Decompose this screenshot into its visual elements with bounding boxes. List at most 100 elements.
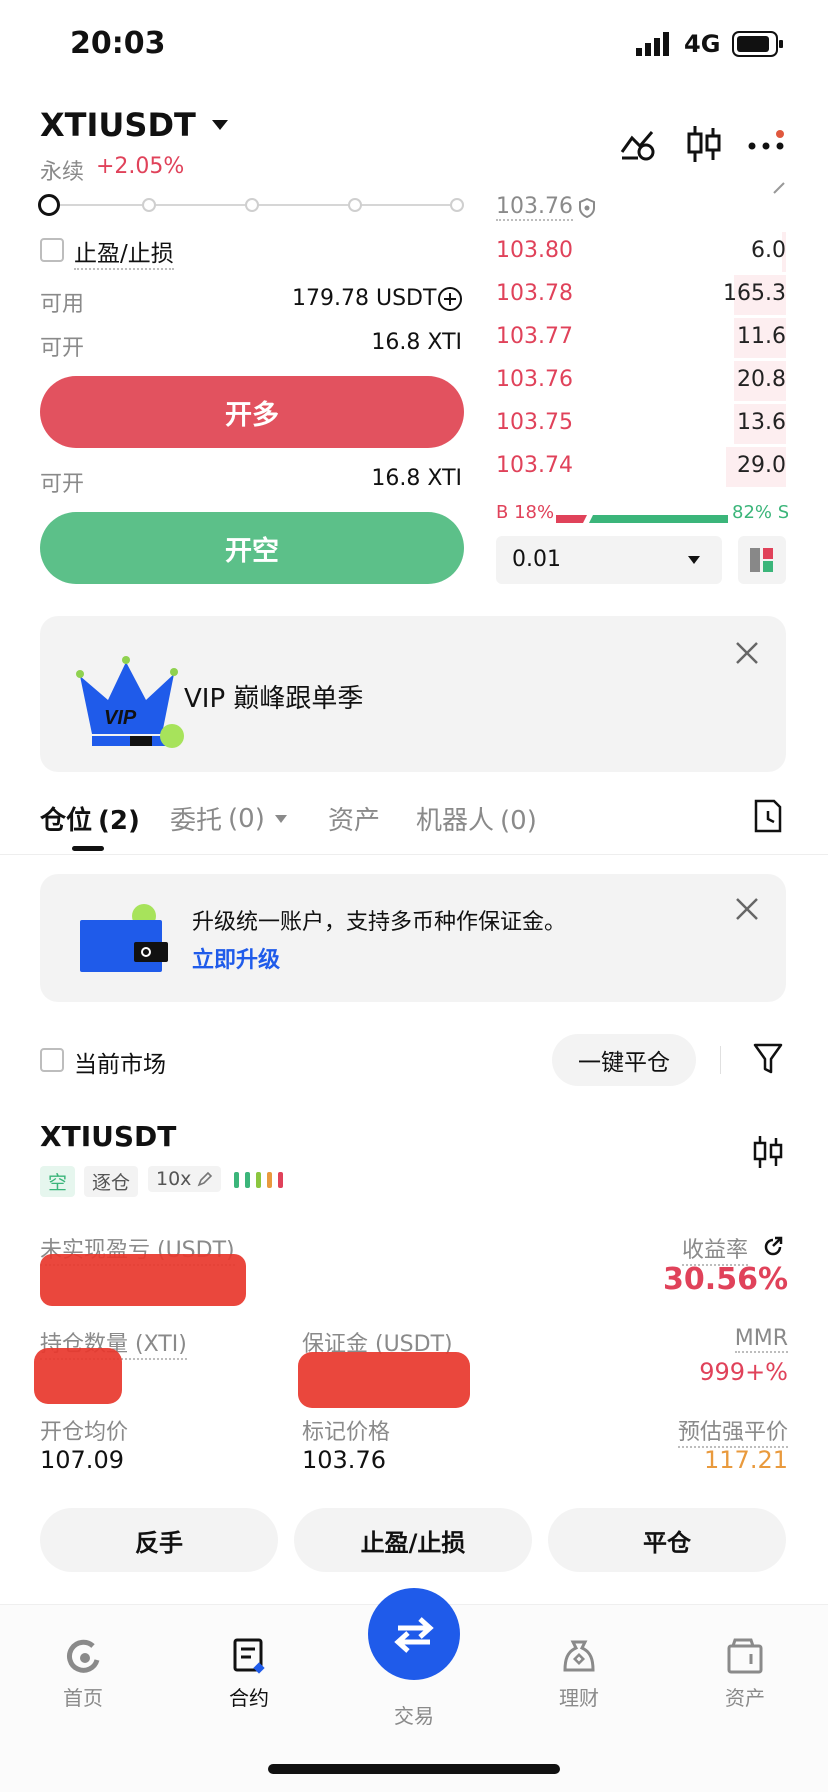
caret-down-icon — [211, 120, 228, 130]
filter-divider — [720, 1046, 721, 1074]
margin-mode-badge: 逐仓 — [84, 1166, 139, 1197]
promo-text: VIP 巅峰跟单季 — [184, 684, 364, 714]
layout-toggle-button[interactable] — [738, 536, 786, 584]
ask-price: 103.78 — [496, 281, 573, 306]
current-market-label[interactable]: 当前市场 — [74, 1045, 166, 1079]
expand-icon[interactable] — [772, 180, 786, 194]
ask-row[interactable]: 103.76 20.8 — [496, 361, 786, 401]
slider-mark[interactable] — [142, 198, 156, 212]
nav-label: 理财 — [559, 1686, 599, 1710]
earn-icon — [563, 1640, 595, 1672]
position-symbol[interactable]: XTIUSDT — [40, 1120, 176, 1153]
tab-indicator — [72, 846, 104, 851]
signal-icon — [636, 32, 676, 56]
redacted-margin — [298, 1352, 470, 1408]
slider-mark[interactable] — [450, 198, 464, 212]
share-icon[interactable] — [762, 1236, 784, 1258]
nav-home[interactable]: 首页 — [28, 1636, 138, 1711]
nav-label: 首页 — [63, 1686, 103, 1710]
slider-handle[interactable] — [38, 194, 60, 216]
mmr-value: 999+% — [699, 1358, 788, 1386]
mmr-label[interactable]: MMR — [734, 1326, 788, 1353]
close-icon[interactable] — [734, 640, 760, 666]
tab-count: (2) — [98, 806, 140, 836]
tab-positions[interactable]: 仓位 (2) — [40, 800, 140, 837]
leverage-value: 10x — [156, 1168, 192, 1190]
ask-price: 103.77 — [496, 324, 573, 349]
roe-label[interactable]: 收益率 — [682, 1232, 749, 1266]
promo-card[interactable]: VIP VIP 巅峰跟单季 — [40, 616, 786, 772]
network-label: 4G — [684, 30, 721, 58]
open-long-button[interactable]: 开多 — [40, 376, 464, 448]
buy-ratio: B 18% — [496, 502, 555, 523]
nav-assets[interactable]: 资产 — [690, 1636, 800, 1711]
layout-icon — [750, 548, 773, 572]
reverse-button[interactable]: 反手 — [40, 1508, 278, 1572]
close-icon[interactable] — [734, 896, 760, 922]
upgrade-banner[interactable]: 升级统一账户，支持多币种作保证金。 立即升级 — [40, 874, 786, 1002]
close-all-button[interactable]: 一键平仓 — [552, 1034, 696, 1086]
candlestick-icon[interactable] — [752, 1134, 784, 1170]
entry-value: 107.09 — [40, 1446, 124, 1474]
add-funds-icon[interactable] — [438, 287, 462, 311]
current-market-checkbox[interactable] — [40, 1048, 64, 1072]
tab-label: 资产 — [328, 806, 381, 836]
mark-label: 标记价格 — [302, 1420, 391, 1445]
swap-icon — [394, 1617, 434, 1653]
ask-row[interactable]: 103.77 11.6 — [496, 318, 786, 358]
filter-icon[interactable] — [752, 1042, 784, 1076]
open-short-label: 可开 — [40, 472, 85, 497]
ask-qty: 20.8 — [737, 367, 786, 392]
contract-type: 永续 — [40, 160, 85, 185]
ask-row[interactable]: 103.78 165.3 — [496, 275, 786, 315]
ask-qty: 6.0 — [751, 238, 786, 263]
side-badge: 空 — [40, 1166, 76, 1197]
upgrade-link[interactable]: 立即升级 — [192, 942, 280, 974]
tab-count: (0) — [500, 806, 537, 836]
nav-label: 合约 — [229, 1686, 269, 1710]
mark-price: 103.76 — [496, 194, 573, 221]
open-short-value: 16.8 XTI — [371, 466, 462, 491]
ask-row[interactable]: 103.80 6.0 — [496, 232, 786, 272]
ask-price: 103.74 — [496, 453, 573, 478]
ask-qty: 13.6 — [737, 410, 786, 435]
nav-earn[interactable]: 理财 — [524, 1636, 634, 1711]
precision-select[interactable]: 0.01 — [496, 536, 722, 584]
tp-sl-label[interactable]: 止盈/止损 — [74, 234, 174, 270]
close-position-button[interactable]: 平仓 — [548, 1508, 786, 1572]
tp-sl-button[interactable]: 止盈/止损 — [294, 1508, 532, 1572]
nav-contract[interactable]: 合约 — [194, 1636, 304, 1711]
liquidation-label[interactable]: 预估强平价 — [677, 1414, 788, 1448]
open-short-button[interactable]: 开空 — [40, 512, 464, 584]
candlestick-icon[interactable] — [686, 124, 722, 164]
ask-price: 103.80 — [496, 238, 573, 263]
tab-count: (0) — [228, 803, 265, 834]
edit-icon — [197, 1171, 213, 1187]
slider-mark[interactable] — [245, 198, 259, 212]
tp-sl-checkbox[interactable] — [40, 238, 64, 262]
entry-label: 开仓均价 — [40, 1420, 129, 1445]
tab-assets[interactable]: 资产 — [328, 800, 380, 837]
symbol-title[interactable]: XTIUSDT — [40, 106, 228, 144]
tab-orders[interactable]: 委托 (0) — [170, 800, 287, 837]
reverse-label: 反手 — [135, 1528, 183, 1557]
available-label: 可用 — [40, 292, 85, 317]
wallet-icon — [78, 902, 174, 978]
upgrade-text: 升级统一账户，支持多币种作保证金。 — [192, 910, 567, 935]
price-change: +2.05% — [96, 154, 185, 179]
open-short-button-label: 开空 — [225, 535, 279, 567]
ratio-buy-segment — [556, 515, 587, 523]
ask-row[interactable]: 103.75 13.6 — [496, 404, 786, 444]
alert-chart-icon[interactable] — [618, 126, 658, 162]
liquidation-value: 117.21 — [704, 1446, 788, 1474]
leverage-badge[interactable]: 10x — [148, 1166, 222, 1192]
tab-bots[interactable]: 机器人 (0) — [416, 800, 537, 837]
more-icon[interactable] — [746, 130, 786, 160]
slider-mark[interactable] — [348, 198, 362, 212]
history-icon[interactable] — [752, 798, 784, 834]
trade-fab[interactable] — [368, 1588, 460, 1680]
symbol-label: XTIUSDT — [40, 106, 196, 144]
ask-row[interactable]: 103.74 29.0 — [496, 447, 786, 487]
sell-ratio: 82% S — [732, 502, 788, 523]
nav-trade-label[interactable]: 交易 — [359, 1700, 469, 1729]
